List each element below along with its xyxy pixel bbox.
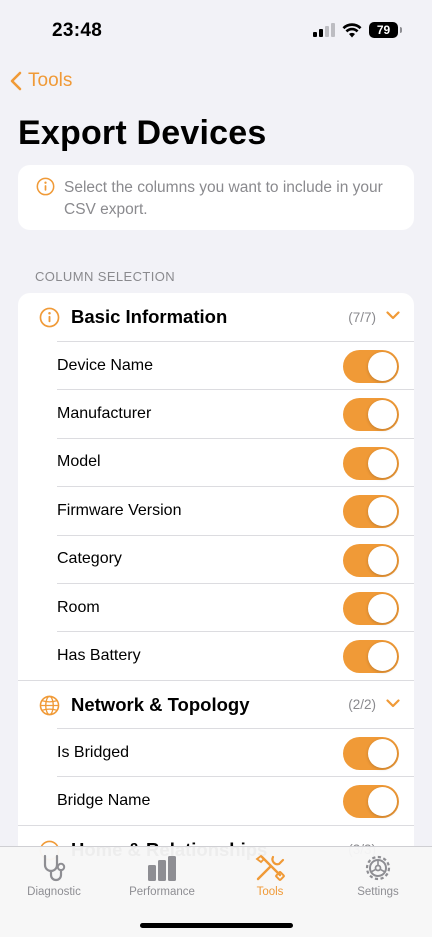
toggle-has-battery[interactable]	[343, 640, 399, 674]
tools-icon	[255, 854, 285, 881]
list-item-category: Category	[57, 534, 414, 583]
row-label: Room	[57, 598, 100, 616]
group-header-network-topology[interactable]: Network & Topology (2/2)	[18, 680, 414, 728]
group-count: (2/2)	[348, 697, 376, 712]
toggle-model[interactable]	[343, 446, 399, 480]
toggle-bridge-name[interactable]	[343, 785, 399, 819]
row-label: Is Bridged	[57, 743, 130, 761]
group-count: (7/7)	[348, 309, 376, 325]
globe-icon	[39, 695, 60, 716]
info-card: Select the columns you want to include i…	[18, 165, 414, 230]
group-header-basic-information[interactable]: Basic Information (7/7)	[18, 293, 414, 341]
back-label: Tools	[28, 70, 73, 91]
wifi-icon	[342, 22, 362, 37]
page-title: Export Devices	[18, 114, 267, 152]
row-label: Firmware Version	[57, 501, 182, 519]
toggle-manufacturer[interactable]	[343, 398, 399, 432]
gear-icon	[365, 855, 391, 881]
home-indicator[interactable]	[140, 923, 293, 928]
toggle-category[interactable]	[343, 543, 399, 577]
row-label: Category	[57, 550, 122, 568]
status-bar: 23:48 79	[0, 0, 432, 60]
list-item-model: Model	[57, 437, 414, 486]
chevron-down-icon	[386, 699, 400, 708]
chevron-left-icon	[10, 71, 22, 91]
status-time: 23:48	[52, 20, 103, 41]
back-button[interactable]: Tools	[10, 70, 72, 92]
row-label: Bridge Name	[57, 792, 151, 810]
list-item-room: Room	[57, 583, 414, 631]
group-title: Network & Topology	[71, 693, 250, 715]
tab-label: Diagnostic	[27, 886, 81, 898]
tab-bar: Diagnostic Performance Tools Settings	[0, 846, 432, 937]
row-label: Has Battery	[57, 647, 141, 665]
tab-settings[interactable]: Settings	[324, 853, 432, 898]
group-title: Basic Information	[71, 306, 228, 327]
row-label: Device Name	[57, 356, 154, 374]
info-circle-icon	[39, 307, 60, 328]
column-list: Basic Information (7/7) Device Name Manu…	[18, 293, 414, 893]
toggle-device-name[interactable]	[343, 350, 399, 383]
toggle-is-bridged[interactable]	[343, 737, 399, 770]
list-item-firmware-version: Firmware Version	[57, 486, 414, 534]
list-item-bridge-name: Bridge Name	[57, 776, 414, 824]
list-item-is-bridged: Is Bridged	[57, 728, 414, 776]
list-item-has-battery: Has Battery	[57, 631, 414, 679]
status-icons: 79	[313, 22, 402, 38]
list-item-manufacturer: Manufacturer	[57, 389, 414, 437]
bar-chart-icon	[148, 856, 176, 881]
info-text: Select the columns you want to include i…	[64, 179, 383, 218]
cellular-signal-icon	[313, 23, 335, 37]
list-item-device-name: Device Name	[57, 341, 414, 389]
tab-label: Settings	[357, 886, 399, 898]
row-label: Model	[57, 453, 101, 471]
section-header: COLUMN SELECTION	[35, 269, 176, 284]
chevron-down-icon	[386, 311, 400, 320]
tab-tools[interactable]: Tools	[216, 853, 324, 898]
stethoscope-icon	[43, 854, 66, 882]
battery-icon: 79	[369, 22, 402, 38]
toggle-room[interactable]	[343, 592, 399, 625]
tab-performance[interactable]: Performance	[108, 853, 216, 898]
toggle-firmware-version[interactable]	[343, 495, 399, 529]
row-label: Manufacturer	[57, 405, 152, 423]
tab-diagnostic[interactable]: Diagnostic	[0, 853, 108, 898]
tab-label: Performance	[129, 886, 195, 898]
tab-label: Tools	[256, 886, 284, 898]
info-circle-icon	[36, 177, 55, 196]
